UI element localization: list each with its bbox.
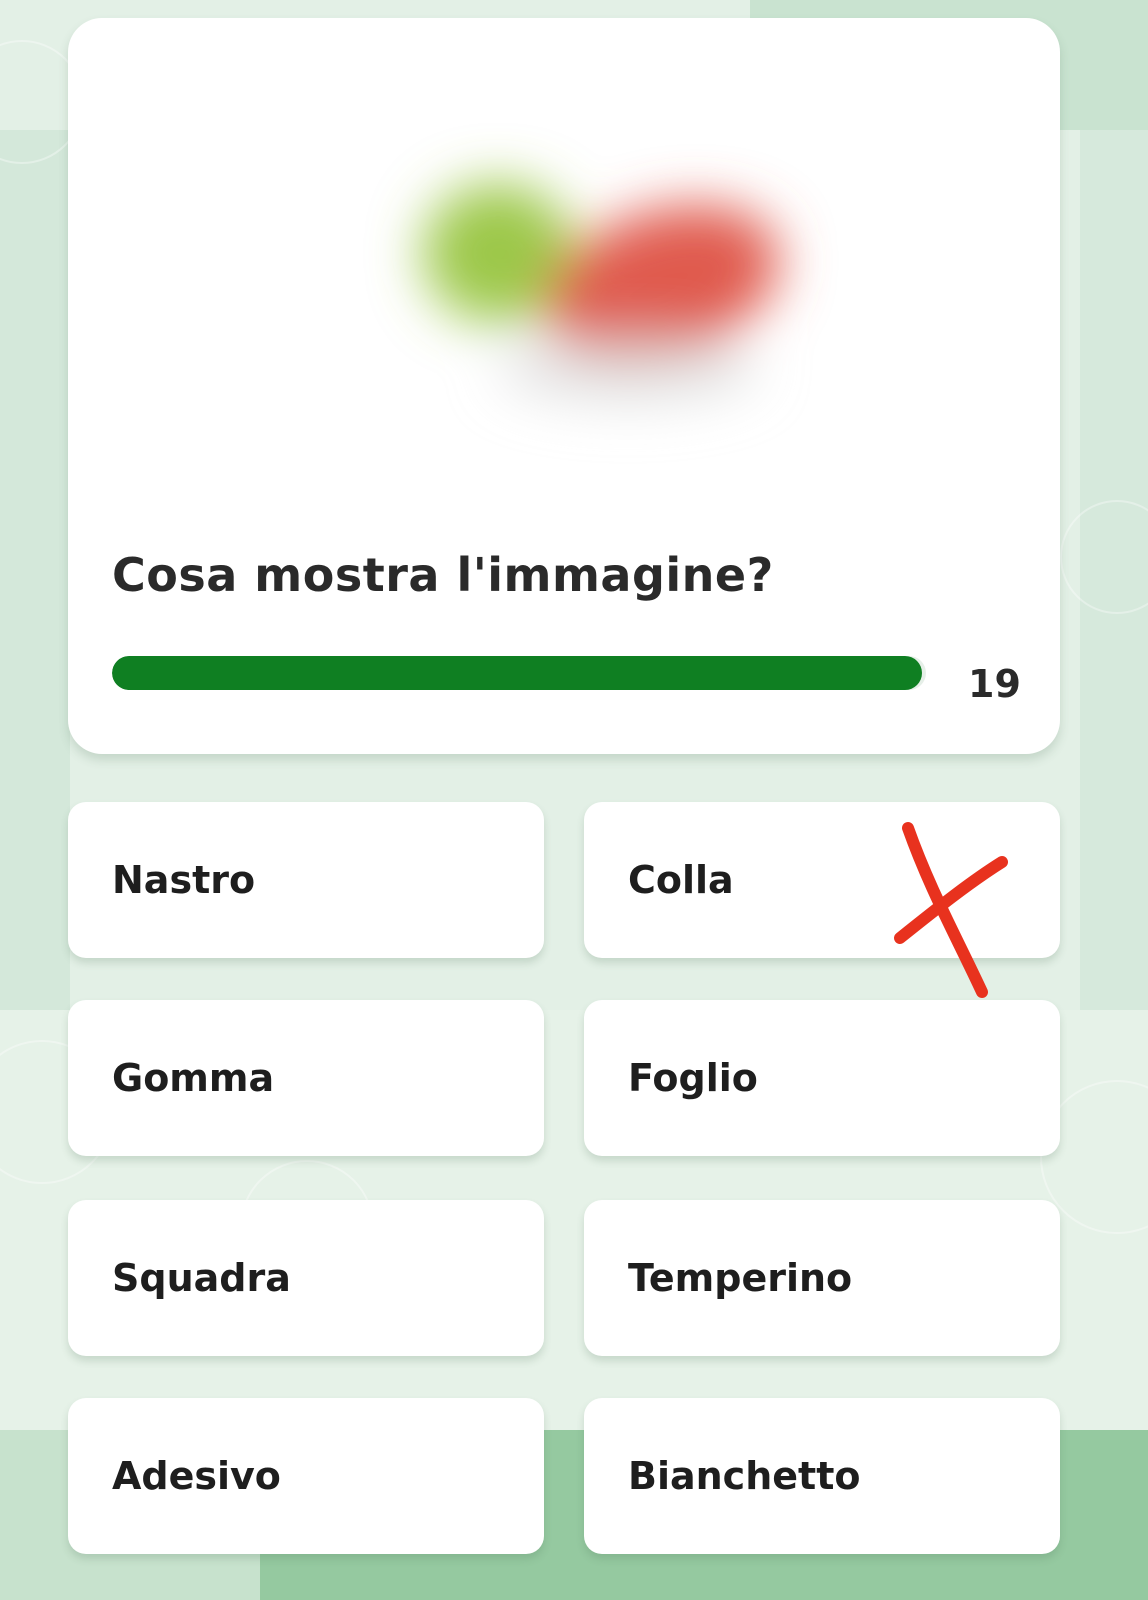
timer-count: 19 [968,662,1021,706]
timer-fill [112,656,922,690]
answer-option-foglio[interactable]: Foglio [584,1000,1060,1156]
answer-option-nastro[interactable]: Nastro [68,802,544,958]
answer-option-colla[interactable]: Colla [584,802,1060,958]
question-card: Cosa mostra l'immagine? 19 [68,18,1060,754]
timer-bar [112,656,926,690]
answer-option-adesivo[interactable]: Adesivo [68,1398,544,1554]
background-patch [0,130,70,1010]
answer-option-squadra[interactable]: Squadra [68,1200,544,1356]
image-blob-shadow [498,333,758,403]
answer-option-bianchetto[interactable]: Bianchetto [584,1398,1060,1554]
blurred-image [423,183,780,403]
answer-option-temperino[interactable]: Temperino [584,1200,1060,1356]
question-text: Cosa mostra l'immagine? [112,548,774,602]
answer-option-gomma[interactable]: Gomma [68,1000,544,1156]
